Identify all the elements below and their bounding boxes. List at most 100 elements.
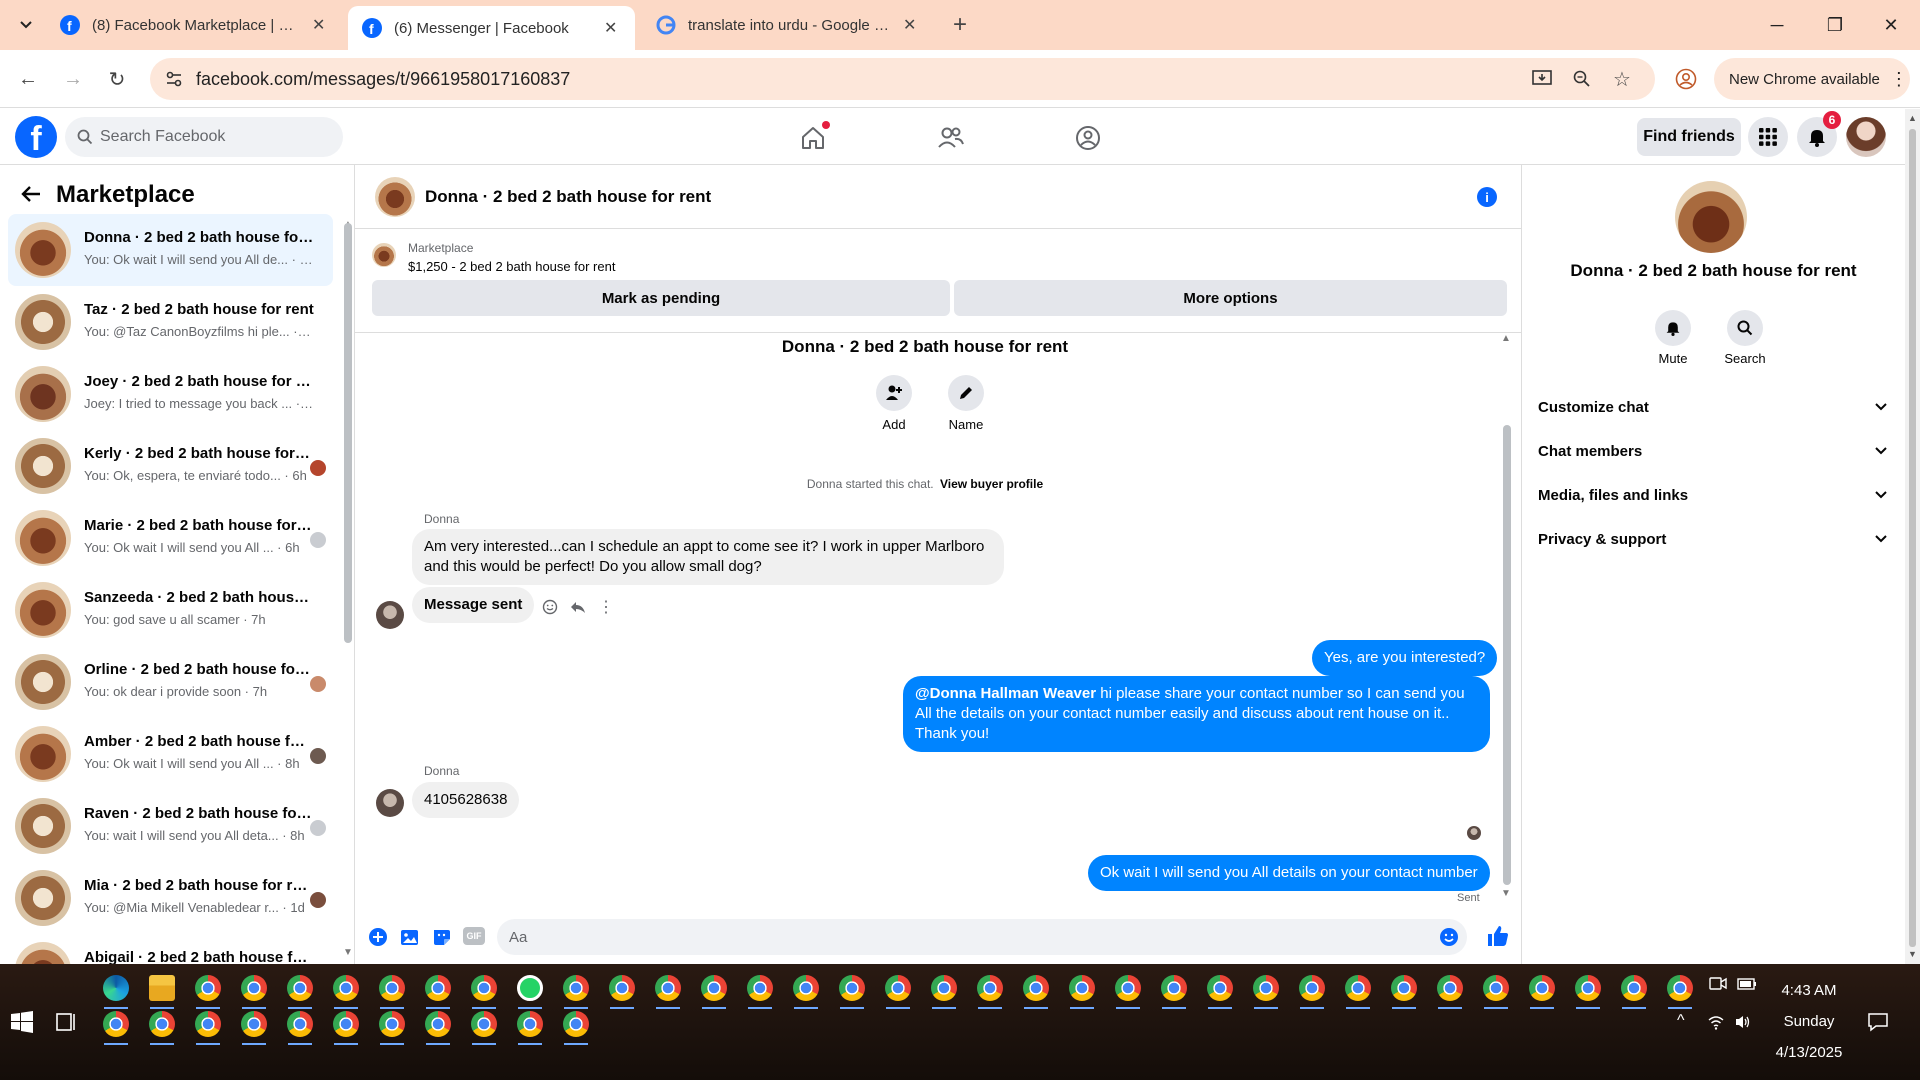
chrome-app-icon[interactable]: [1253, 975, 1279, 1001]
zoom-icon[interactable]: [1568, 65, 1596, 93]
mention-tag[interactable]: @Donna Hallman Weaver: [915, 685, 1096, 702]
sender-avatar[interactable]: [376, 601, 404, 629]
install-app-icon[interactable]: [1528, 65, 1556, 93]
reply-icon[interactable]: [569, 598, 587, 616]
chrome-app-icon[interactable]: [977, 975, 1003, 1001]
tab-google-search[interactable]: translate into urdu - Google Search ✕: [642, 6, 930, 44]
facebook-logo-icon[interactable]: f: [15, 116, 57, 158]
incoming-message-bubble[interactable]: Message sent: [412, 587, 535, 623]
chrome-app-icon[interactable]: [885, 975, 911, 1001]
outgoing-message-bubble[interactable]: Yes, are you interested?: [1312, 640, 1498, 676]
incoming-message-bubble[interactable]: 4105628638: [412, 782, 520, 818]
scroll-down-arrow-icon[interactable]: ▼: [1501, 888, 1511, 899]
chrome-app-icon[interactable]: [1667, 975, 1693, 1001]
menu-grid-icon[interactable]: [1748, 117, 1788, 157]
chrome-app-icon[interactable]: [379, 1011, 405, 1037]
forward-icon[interactable]: →: [59, 65, 87, 93]
more-options-button[interactable]: More options: [954, 280, 1507, 316]
media-files-links-section[interactable]: Media, files and links: [1538, 477, 1888, 513]
more-actions-kebab-icon[interactable]: ⋮: [598, 597, 614, 617]
chrome-app-icon[interactable]: [517, 1011, 543, 1037]
restore-icon[interactable]: ❐: [1806, 0, 1864, 50]
site-info-icon[interactable]: [160, 65, 188, 93]
message-input[interactable]: Aa: [497, 919, 1467, 955]
sender-avatar[interactable]: [376, 789, 404, 817]
address-bar[interactable]: facebook.com/messages/t/9661958017160837…: [150, 58, 1655, 100]
incoming-message-bubble[interactable]: Am very interested...can I schedule an a…: [412, 529, 1004, 585]
photo-icon[interactable]: [400, 927, 420, 947]
chrome-app-icon[interactable]: [287, 1011, 313, 1037]
friends-icon[interactable]: [934, 121, 968, 155]
chrome-app-icon[interactable]: [747, 975, 773, 1001]
reload-icon[interactable]: ↻: [103, 65, 131, 93]
gif-icon[interactable]: GIF: [463, 927, 485, 945]
new-tab-icon[interactable]: +: [946, 11, 974, 39]
chrome-app-icon[interactable]: [333, 975, 359, 1001]
edge-app-icon[interactable]: [103, 975, 129, 1001]
chrome-app-icon[interactable]: [1483, 975, 1509, 1001]
chrome-app-icon[interactable]: [563, 1011, 589, 1037]
scroll-up-arrow-icon[interactable]: ▲: [1501, 333, 1511, 344]
chrome-app-icon[interactable]: [1161, 975, 1187, 1001]
chrome-app-icon[interactable]: [149, 1011, 175, 1037]
tab-messenger[interactable]: f (6) Messenger | Facebook ✕: [348, 6, 635, 50]
react-emoji-icon[interactable]: [542, 599, 558, 615]
chrome-app-icon[interactable]: [425, 1011, 451, 1037]
url-text[interactable]: facebook.com/messages/t/9661958017160837: [196, 69, 570, 90]
scroll-up-arrow-icon[interactable]: ▲: [1908, 113, 1917, 123]
plus-circle-icon[interactable]: [368, 927, 388, 947]
conversation-item-amber[interactable]: Amber · 2 bed 2 bath house for rent You:…: [8, 718, 333, 790]
chat-members-section[interactable]: Chat members: [1538, 433, 1888, 469]
edit-name-pencil-icon[interactable]: [948, 375, 984, 411]
windows-start-icon[interactable]: [11, 1011, 33, 1033]
scroll-down-arrow-icon[interactable]: ▼: [1908, 949, 1917, 959]
chrome-app-icon[interactable]: [195, 975, 221, 1001]
page-scrollbar[interactable]: ▲ ▼: [1905, 109, 1920, 964]
emoji-icon[interactable]: [1439, 927, 1459, 947]
conversation-item-raven[interactable]: Raven · 2 bed 2 bath house for rent You:…: [8, 790, 333, 862]
wifi-icon[interactable]: [1707, 1014, 1725, 1030]
whatsapp-app-icon[interactable]: [517, 975, 543, 1001]
chrome-app-icon[interactable]: [379, 975, 405, 1001]
scroll-down-arrow-icon[interactable]: ▼: [343, 947, 353, 958]
chrome-app-icon[interactable]: [1023, 975, 1049, 1001]
find-friends-button[interactable]: Find friends: [1637, 118, 1741, 156]
conversation-item-donna[interactable]: Donna · 2 bed 2 bath house for rent You:…: [8, 214, 333, 286]
conversation-item-marie[interactable]: Marie · 2 bed 2 bath house for rent You:…: [8, 502, 333, 574]
chrome-app-icon[interactable]: [287, 975, 313, 1001]
mark-as-pending-button[interactable]: Mark as pending: [372, 280, 950, 316]
chrome-app-icon[interactable]: [655, 975, 681, 1001]
chrome-app-icon[interactable]: [1575, 975, 1601, 1001]
chrome-app-icon[interactable]: [1391, 975, 1417, 1001]
back-icon[interactable]: ←: [14, 65, 42, 93]
close-tab-icon[interactable]: ✕: [903, 15, 916, 35]
close-window-icon[interactable]: ✕: [1862, 0, 1920, 50]
close-tab-icon[interactable]: ✕: [312, 15, 325, 35]
account-avatar[interactable]: [1846, 117, 1886, 157]
chrome-app-icon[interactable]: [793, 975, 819, 1001]
chrome-app-icon[interactable]: [701, 975, 727, 1001]
sticker-icon[interactable]: [432, 927, 452, 947]
conversation-item-abigail[interactable]: Abigail · 2 bed 2 bath house for rent: [8, 934, 333, 964]
customize-chat-section[interactable]: Customize chat: [1538, 389, 1888, 425]
search-in-chat-icon[interactable]: [1727, 310, 1763, 346]
chrome-app-icon[interactable]: [471, 975, 497, 1001]
tab-marketplace[interactable]: f (8) Facebook Marketplace | Facebook ✕: [46, 6, 339, 44]
profile-avatar[interactable]: [1675, 181, 1747, 253]
scrollbar-thumb[interactable]: [1909, 129, 1916, 947]
chrome-app-icon[interactable]: [1069, 975, 1095, 1001]
task-view-icon[interactable]: [55, 1011, 77, 1033]
chrome-app-icon[interactable]: [609, 975, 635, 1001]
listing-thumbnail[interactable]: [372, 243, 396, 267]
chrome-app-icon[interactable]: [425, 975, 451, 1001]
chrome-app-icon[interactable]: [1529, 975, 1555, 1001]
thumbs-up-icon[interactable]: [1486, 924, 1510, 948]
info-icon[interactable]: i: [1477, 187, 1497, 207]
chrome-app-icon[interactable]: [931, 975, 957, 1001]
mute-bell-icon[interactable]: [1655, 310, 1691, 346]
taskbar-time[interactable]: 4:43 AM: [1749, 982, 1869, 999]
chat-scrollbar[interactable]: [1503, 425, 1511, 885]
chrome-app-icon[interactable]: [1437, 975, 1463, 1001]
action-center-icon[interactable]: [1867, 1012, 1889, 1032]
chat-title[interactable]: Donna · 2 bed 2 bath house for rent: [425, 187, 711, 207]
